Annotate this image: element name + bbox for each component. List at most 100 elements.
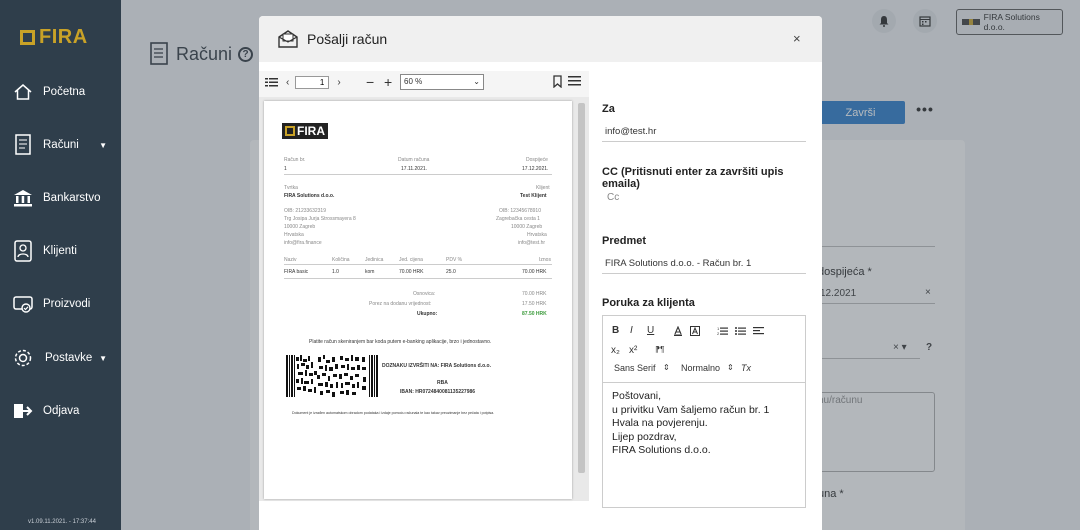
sidebar-item-bankarstvo[interactable]: Bankarstvo xyxy=(0,178,121,218)
close-icon[interactable]: × xyxy=(793,31,801,46)
editor-toolbar: B I U 12 x₂ x² ⁋¶ Sans Serif ⇕ Normalno … xyxy=(603,316,805,383)
align-left-icon[interactable] xyxy=(753,326,764,336)
cc-input[interactable]: Cc xyxy=(607,192,619,203)
chevron-updown-icon: ⇕ xyxy=(663,363,670,372)
porez-label: Porez na dodanu vrijednost: xyxy=(369,301,432,307)
divider xyxy=(284,278,552,279)
osnovica-value: 70.00 HRK xyxy=(522,291,547,297)
background-color-icon[interactable] xyxy=(690,326,700,336)
table-header: PDV % xyxy=(446,257,463,263)
superscript-button[interactable]: x² xyxy=(629,345,637,356)
sidebar-item-label: Odjava xyxy=(43,405,80,417)
ukupno-label: Ukupno: xyxy=(417,311,438,317)
buyer-line: Hrvatska xyxy=(527,232,547,238)
za-label: Za xyxy=(602,103,615,115)
divider xyxy=(602,141,806,142)
datum-label: Datum računa xyxy=(398,157,430,163)
text-color-icon[interactable] xyxy=(673,326,683,336)
table-cell: 25.0 xyxy=(446,269,456,275)
message-line: u privitku Vam šaljemo račun br. 1 xyxy=(612,403,770,416)
logo-mark-icon xyxy=(20,30,35,45)
message-line: Poštovani, xyxy=(612,390,662,402)
text-direction-button[interactable]: ⁋¶ xyxy=(655,345,664,354)
next-page-icon[interactable]: › xyxy=(337,77,340,88)
zoom-select[interactable]: 60 % ⌄ xyxy=(400,74,484,90)
pay-instructions: Platite račun skeniranjem bar koda putem… xyxy=(309,339,492,345)
fira-logo[interactable]: FIRA xyxy=(20,26,88,49)
racun-value: 1 xyxy=(284,166,287,172)
chevron-updown-icon: ⇕ xyxy=(727,363,734,372)
font-size-select[interactable]: Normalno xyxy=(681,363,720,373)
predmet-label: Predmet xyxy=(602,235,647,247)
bookmark-icon[interactable] xyxy=(553,75,562,88)
dospijece-value: 17.12.2021. xyxy=(522,166,549,172)
italic-button[interactable]: I xyxy=(630,325,633,336)
sidebar-item-label: Postavke xyxy=(45,352,93,364)
bank-icon xyxy=(12,187,34,209)
message-body[interactable]: Poštovani, u privitku Vam šaljemo račun … xyxy=(603,383,805,465)
sidebar-item-label: Proizvodi xyxy=(43,298,91,310)
predmet-field[interactable]: FIRA Solutions d.o.o. - Račun br. 1 xyxy=(605,258,751,269)
divider xyxy=(284,174,552,175)
underline-button[interactable]: U xyxy=(647,325,654,336)
klijent-label: Klijent xyxy=(536,185,550,191)
datum-value: 17.11.2021. xyxy=(401,166,428,172)
barcode-image xyxy=(286,355,378,397)
seller-line: 10000 Zagreb xyxy=(284,224,316,230)
gear-icon xyxy=(12,347,34,369)
sidebar-item-label: Početna xyxy=(43,86,86,98)
doznaku-text: DOZNAKU IZVRŠITI NA: FIRA Solutions d.o.… xyxy=(382,363,491,369)
client-icon xyxy=(12,240,34,262)
table-cell: 1.0 xyxy=(332,269,339,275)
pdf-toolbar: ‹ › − + 60 %⌄ xyxy=(259,71,589,93)
racun-label: Račun br. xyxy=(284,157,306,163)
dospijece-label: Dospijeće xyxy=(526,157,548,163)
iban-text: IBAN: HR0724840081135227986 xyxy=(400,389,476,395)
pdf-scrollbar[interactable] xyxy=(578,103,585,473)
buyer-line: 10000 Zagreb xyxy=(511,224,543,230)
sidebar-item-racuni[interactable]: Računi ▼ xyxy=(0,125,121,165)
bullet-list-icon[interactable] xyxy=(735,326,746,336)
message-line: Lijep pozdrav, xyxy=(612,430,677,443)
table-cell: 70.00 HRK xyxy=(399,269,424,275)
ordered-list-icon[interactable]: 12 xyxy=(717,326,728,336)
porez-value: 17.50 HRK xyxy=(522,301,547,307)
clear-formatting-icon[interactable]: Tx xyxy=(741,363,751,373)
sidebar-item-pocetna[interactable]: Početna xyxy=(0,72,121,112)
table-cell: FIRA basic xyxy=(284,269,309,275)
seller-line: OIB: 21233632319 xyxy=(284,208,326,214)
bold-button[interactable]: B xyxy=(612,325,619,336)
sidebar-item-proizvodi[interactable]: Proizvodi xyxy=(0,284,121,324)
divider xyxy=(284,264,552,265)
table-header: Iznos xyxy=(539,257,551,263)
zoom-in-icon[interactable]: + xyxy=(384,74,392,90)
invoice-icon xyxy=(12,134,34,156)
sidebar-item-odjava[interactable]: Odjava xyxy=(0,391,121,431)
subscript-button[interactable]: x₂ xyxy=(611,345,620,356)
font-family-select[interactable]: Sans Serif xyxy=(614,363,656,373)
document-footer: Dokument je izrađen automatskom obradom … xyxy=(292,411,495,415)
page-number-input[interactable] xyxy=(295,75,330,89)
envelope-icon xyxy=(278,30,298,48)
table-cell: kom xyxy=(365,269,375,275)
message-editor: B I U 12 x₂ x² ⁋¶ Sans Serif ⇕ Normalno … xyxy=(602,315,806,508)
prev-page-icon[interactable]: ‹ xyxy=(286,77,289,88)
menu-icon[interactable] xyxy=(568,76,581,86)
modal-header: Pošalji račun xyxy=(259,16,822,62)
sidebar-item-postavke[interactable]: Postavke ▼ xyxy=(0,338,121,378)
zoom-out-icon[interactable]: − xyxy=(366,74,374,90)
svg-text:2: 2 xyxy=(717,331,720,336)
sidebar-item-klijenti[interactable]: Klijenti xyxy=(0,231,121,271)
chevron-down-icon: ▼ xyxy=(99,140,107,150)
tvrtka-value: FIRA Solutions d.o.o. xyxy=(284,193,335,199)
ukupno-value: 87.50 HRK xyxy=(522,311,547,317)
tvrtka-label: Tvrtka xyxy=(284,185,298,191)
table-header: Količina xyxy=(332,257,350,263)
chevron-down-icon: ▼ xyxy=(99,353,107,363)
osnovica-label: Osnovica: xyxy=(413,291,436,297)
pdf-viewport[interactable]: FIRA Račun br. 1 Datum računa 17.11.2021… xyxy=(259,97,589,501)
sidebar-toggle-icon[interactable] xyxy=(265,77,278,87)
table-header: Jed. cijena xyxy=(399,257,423,263)
za-field[interactable]: info@test.hr xyxy=(605,126,656,137)
table-cell: 70.00 HRK xyxy=(522,269,547,275)
